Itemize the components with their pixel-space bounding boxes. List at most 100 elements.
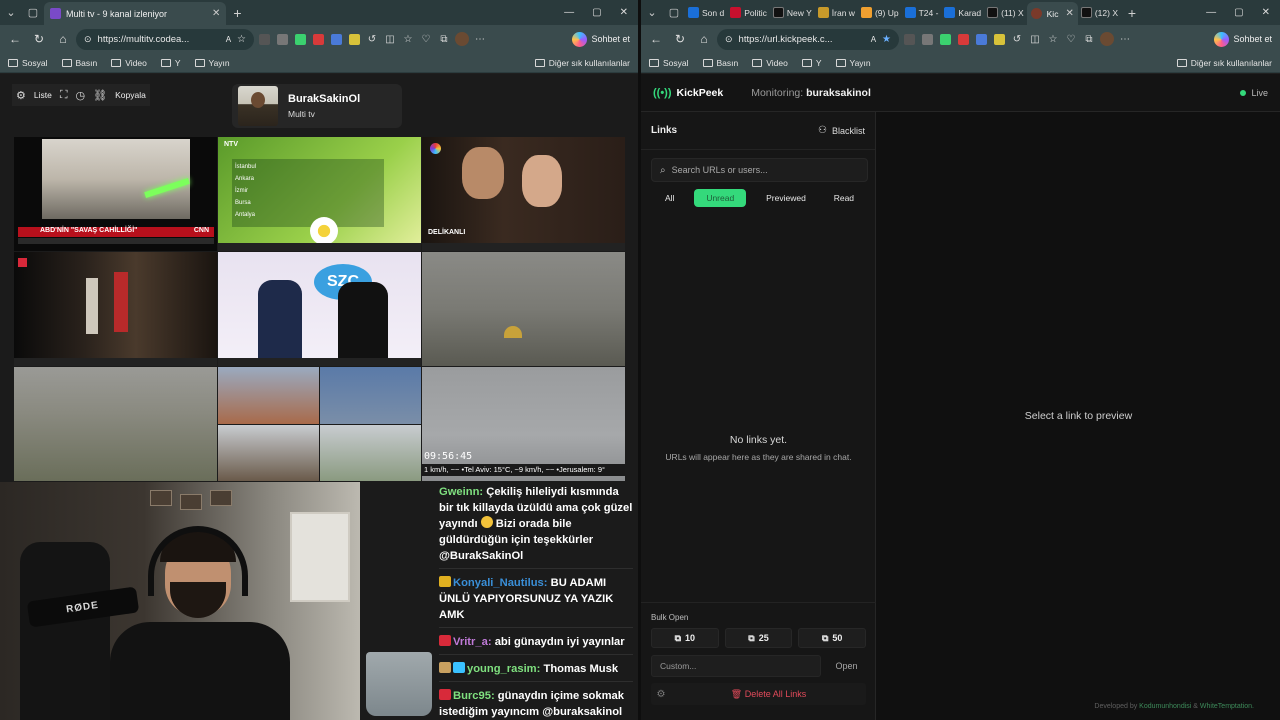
maximize-icon[interactable]: ▢ bbox=[1234, 7, 1243, 18]
blacklist-button[interactable]: ⚇ Blacklist bbox=[818, 125, 865, 136]
filter-all[interactable]: All bbox=[657, 189, 682, 207]
video-tile-2[interactable]: NTV İstanbul Ankara İzmir Bursa Antalya bbox=[218, 137, 421, 251]
workspaces-icon[interactable]: ▢ bbox=[22, 2, 44, 24]
more-menu-icon[interactable]: ⋯ bbox=[1117, 31, 1133, 47]
tab[interactable]: (9) Up bbox=[858, 1, 902, 24]
extension-6-icon[interactable] bbox=[346, 31, 362, 47]
tab[interactable]: Karad bbox=[941, 1, 984, 24]
extension-2-icon[interactable] bbox=[274, 31, 290, 47]
site-info-icon[interactable]: ⊙ bbox=[84, 34, 92, 45]
video-tile-6[interactable] bbox=[422, 252, 625, 366]
back-icon[interactable]: ← bbox=[645, 28, 667, 50]
credit-link-2[interactable]: WhiteTemptation. bbox=[1200, 703, 1254, 710]
tab[interactable]: (11) X bbox=[984, 1, 1027, 24]
favorite-star-icon[interactable]: ☆ bbox=[237, 34, 246, 45]
copy-button[interactable]: Kopyala bbox=[115, 90, 146, 100]
close-window-icon[interactable]: ✕ bbox=[1262, 7, 1270, 18]
split-screen-icon[interactable]: ◫ bbox=[1027, 31, 1043, 47]
tab-multitv[interactable]: Multi tv - 9 kanal izleniyor ✕ bbox=[44, 2, 227, 25]
extension-5-icon[interactable] bbox=[328, 31, 344, 47]
url-field[interactable]: ⊙ https://url.kickpeek.c... A ★ bbox=[717, 28, 899, 50]
tab[interactable]: Politic bbox=[727, 1, 770, 24]
tab-kickpeek[interactable]: Kic ✕ bbox=[1026, 2, 1078, 25]
bookmark-folder-basin[interactable]: Basın bbox=[61, 58, 97, 68]
open-10-button[interactable]: ⧉ 10 bbox=[651, 628, 719, 648]
video-tile-5[interactable]: SZC bbox=[218, 252, 421, 366]
tab[interactable]: New Y bbox=[770, 1, 815, 24]
custom-count-input[interactable]: Custom... bbox=[651, 655, 821, 677]
video-tile-8[interactable] bbox=[218, 367, 421, 481]
video-tile-7[interactable] bbox=[14, 367, 217, 481]
list-button[interactable]: Liste bbox=[34, 90, 52, 100]
workspaces-icon[interactable]: ▢ bbox=[663, 2, 685, 24]
maximize-icon[interactable]: ▢ bbox=[592, 7, 601, 18]
favorite-star-filled-icon[interactable]: ★ bbox=[882, 34, 891, 45]
home-icon[interactable]: ⌂ bbox=[693, 28, 715, 50]
open-button[interactable]: Open bbox=[827, 661, 866, 671]
extension-4-icon[interactable] bbox=[310, 31, 326, 47]
url-field[interactable]: ⊙ https://multitv.codea... A ☆ bbox=[76, 28, 254, 50]
filter-unread[interactable]: Unread bbox=[694, 189, 747, 207]
favorites-icon[interactable]: ☆ bbox=[400, 31, 416, 47]
bookmark-folder-y[interactable]: Y bbox=[801, 58, 822, 68]
back-icon[interactable]: ← bbox=[4, 28, 26, 50]
tab[interactable]: Son d bbox=[685, 1, 727, 24]
tab-actions-menu-icon[interactable]: ⌄ bbox=[641, 2, 663, 24]
heart-icon[interactable]: ♡ bbox=[1063, 31, 1079, 47]
extensions-icon[interactable]: ⧉ bbox=[436, 31, 452, 47]
channel-card[interactable]: BurakSakinOl Multi tv bbox=[232, 84, 402, 128]
video-tile-9[interactable]: 09:56:45 1 km/h, ~~ •Tel Aviv: 15°C, ~9 … bbox=[422, 367, 625, 481]
delete-all-button[interactable]: 🗑︎ Delete All Links bbox=[671, 689, 866, 700]
bookmark-folder-basin[interactable]: Basın bbox=[702, 58, 738, 68]
bookmark-folder-sosyal[interactable]: Sosyal bbox=[8, 58, 48, 68]
home-icon[interactable]: ⌂ bbox=[52, 28, 74, 50]
extensions-icon[interactable]: ⧉ bbox=[1081, 31, 1097, 47]
video-tile-3[interactable]: DELİKANLI bbox=[422, 137, 625, 251]
chat-button[interactable]: Sohbet et bbox=[568, 29, 634, 49]
settings-gear-icon[interactable]: ⚙ bbox=[16, 89, 26, 102]
bookmark-folder-yayin[interactable]: Yayın bbox=[835, 58, 871, 68]
tab[interactable]: (12) X bbox=[1078, 1, 1121, 24]
split-screen-icon[interactable]: ◫ bbox=[382, 31, 398, 47]
tab[interactable]: İran w bbox=[815, 1, 858, 24]
heart-icon[interactable]: ♡ bbox=[418, 31, 434, 47]
favorites-icon[interactable]: ☆ bbox=[1045, 31, 1061, 47]
read-aloud-icon[interactable]: A bbox=[871, 35, 876, 44]
open-50-button[interactable]: ⧉ 50 bbox=[798, 628, 867, 648]
copy-link-icon[interactable]: ⛓ bbox=[93, 89, 107, 102]
extension-7-icon[interactable]: ↺ bbox=[364, 31, 380, 47]
tab-actions-menu-icon[interactable]: ⌄ bbox=[0, 2, 22, 24]
video-tile-1[interactable]: ABD'NİN "SAVAŞ CAHİLLİĞİ" CNN bbox=[14, 137, 217, 251]
fullscreen-icon[interactable]: ⛶ bbox=[60, 89, 68, 102]
minimize-icon[interactable]: — bbox=[564, 7, 574, 18]
new-tab-icon[interactable]: + bbox=[226, 2, 248, 24]
video-tile-4[interactable] bbox=[14, 252, 217, 366]
more-menu-icon[interactable]: ⋯ bbox=[472, 31, 488, 47]
profile-avatar-icon[interactable] bbox=[1099, 31, 1115, 47]
extension-2-icon[interactable] bbox=[919, 31, 935, 47]
extension-7-icon[interactable]: ↺ bbox=[1009, 31, 1025, 47]
extension-5-icon[interactable] bbox=[973, 31, 989, 47]
other-bookmarks[interactable]: Diğer sık kullanılanlar bbox=[1176, 58, 1272, 68]
other-bookmarks[interactable]: Diğer sık kullanılanlar bbox=[534, 58, 630, 68]
credit-link-1[interactable]: Kodumunhondisi bbox=[1139, 703, 1191, 710]
site-info-icon[interactable]: ⊙ bbox=[725, 34, 733, 45]
timer-icon[interactable]: ◷ bbox=[76, 89, 86, 102]
settings-gear-icon[interactable]: ⚙ bbox=[651, 689, 671, 700]
bookmark-folder-yayin[interactable]: Yayın bbox=[194, 58, 230, 68]
refresh-icon[interactable]: ↻ bbox=[669, 28, 691, 50]
read-aloud-icon[interactable]: A bbox=[226, 35, 231, 44]
bookmark-folder-y[interactable]: Y bbox=[160, 58, 181, 68]
bookmark-folder-video[interactable]: Video bbox=[111, 58, 147, 68]
new-tab-icon[interactable]: + bbox=[1121, 2, 1143, 24]
extension-1-icon[interactable] bbox=[256, 31, 272, 47]
tab[interactable]: T24 - bbox=[902, 1, 942, 24]
extension-3-icon[interactable] bbox=[292, 31, 308, 47]
extension-4-icon[interactable] bbox=[955, 31, 971, 47]
extension-1-icon[interactable] bbox=[901, 31, 917, 47]
filter-read[interactable]: Read bbox=[826, 189, 862, 207]
open-25-button[interactable]: ⧉ 25 bbox=[724, 628, 793, 648]
search-input[interactable]: ⌕ Search URLs or users... bbox=[651, 158, 868, 182]
filter-previewed[interactable]: Previewed bbox=[758, 189, 814, 207]
close-window-icon[interactable]: ✕ bbox=[620, 7, 628, 18]
